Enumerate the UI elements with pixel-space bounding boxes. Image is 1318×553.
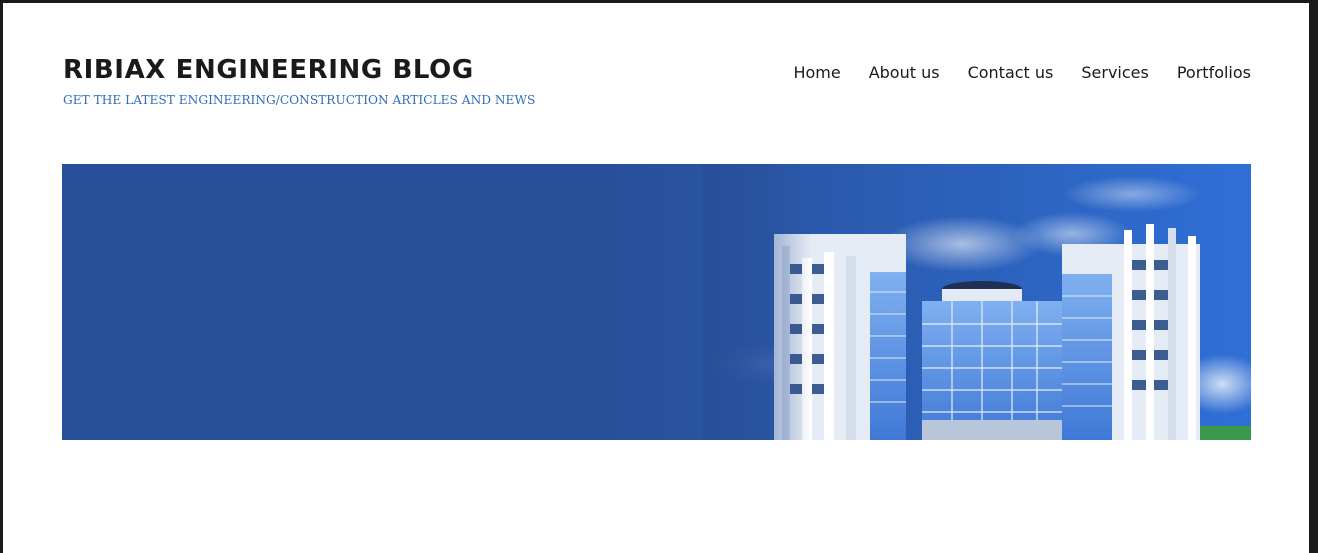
site-branding: RIBIAX ENGINEERING BLOG GET THE LATEST E…: [63, 54, 535, 108]
site-description: GET THE LATEST ENGINEERING/CONSTRUCTION …: [63, 93, 536, 107]
right-tower: [1062, 224, 1200, 440]
nav-item-about-us[interactable]: About us: [869, 61, 940, 85]
page: RIBIAX ENGINEERING BLOG GET THE LATEST E…: [3, 3, 1309, 553]
nav-item-home[interactable]: Home: [793, 61, 840, 85]
nav-item-portfolios[interactable]: Portfolios: [1177, 61, 1251, 85]
building-illustration: [62, 164, 1251, 440]
nav-item-services[interactable]: Services: [1081, 61, 1148, 85]
site-title[interactable]: RIBIAX ENGINEERING BLOG: [63, 54, 535, 86]
main-navigation: Home About us Contact us Services Portfo…: [765, 61, 1251, 85]
header-image: [62, 164, 1251, 440]
nav-item-contact-us[interactable]: Contact us: [968, 61, 1054, 85]
center-building: [922, 281, 1062, 440]
